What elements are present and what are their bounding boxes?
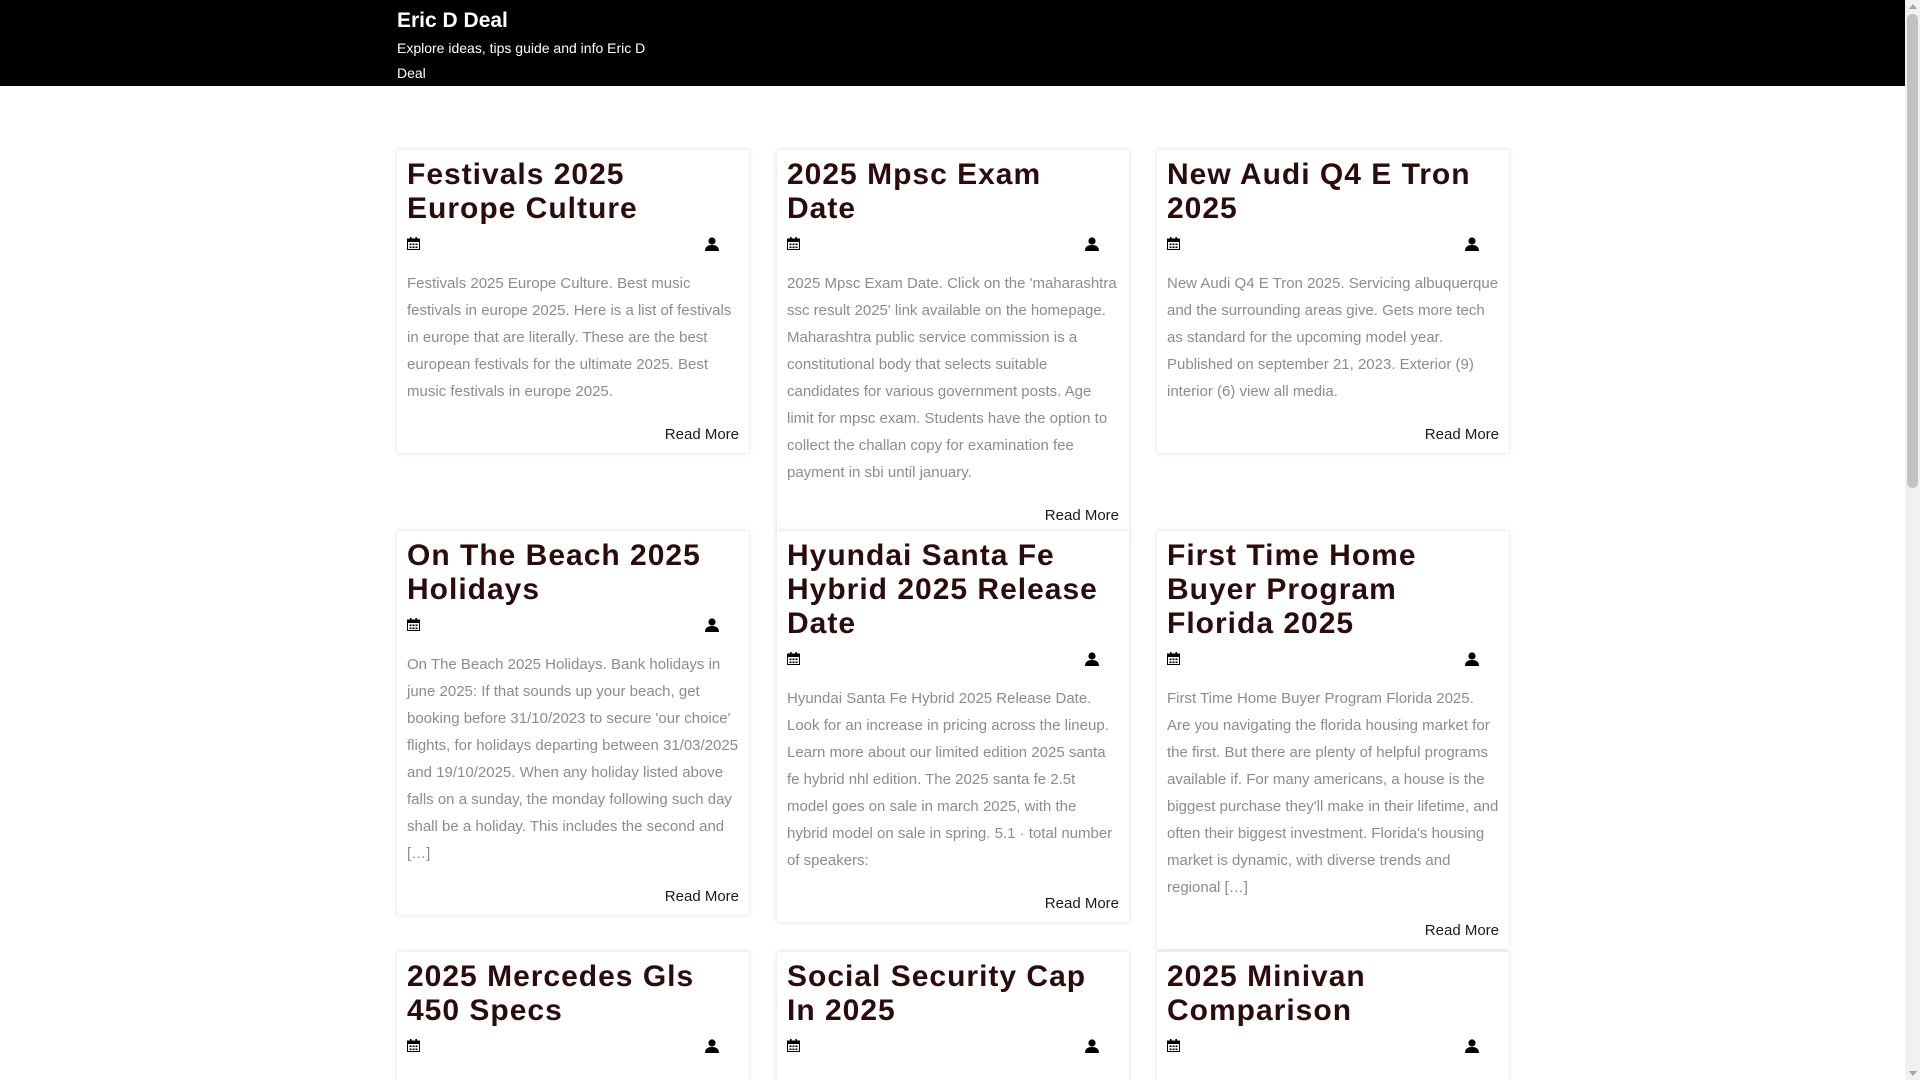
scroll-up-arrow-icon[interactable] xyxy=(1909,4,1917,9)
calendar-icon xyxy=(787,1039,800,1052)
post-card: First Time Home Buyer Program Florida 20… xyxy=(1157,531,1509,949)
post-title[interactable]: New Audi Q4 E Tron 2025 xyxy=(1167,158,1499,226)
site-header: Eric D Deal Explore ideas, tips guide an… xyxy=(0,0,1905,86)
post-excerpt: New Audi Q4 E Tron 2025. Servicing albuq… xyxy=(1167,275,1499,400)
post-title[interactable]: Hyundai Santa Fe Hybrid 2025 Release Dat… xyxy=(787,539,1119,641)
post-card: Social Security Cap In 2025 xyxy=(777,952,1129,1080)
post-meta xyxy=(407,1036,739,1056)
scrollbar-thumb[interactable] xyxy=(1907,14,1918,488)
calendar-icon xyxy=(1167,237,1180,250)
post-meta xyxy=(1167,649,1499,669)
calendar-icon xyxy=(407,618,420,631)
calendar-icon xyxy=(407,237,420,250)
calendar-icon xyxy=(1167,652,1180,665)
calendar-icon xyxy=(1167,1039,1180,1052)
user-icon xyxy=(1085,652,1099,666)
read-more-link[interactable]: Read More xyxy=(407,425,739,445)
post-card: 2025 Mpsc Exam Date 2025 Mpsc Exam Date.… xyxy=(777,150,1129,534)
vertical-scrollbar[interactable] xyxy=(1905,0,1920,1080)
read-more-link[interactable]: Read More xyxy=(407,887,739,907)
post-title[interactable]: First Time Home Buyer Program Florida 20… xyxy=(1167,539,1499,641)
post-title[interactable]: On The Beach 2025 Holidays xyxy=(407,539,739,607)
post-card: New Audi Q4 E Tron 2025 New Audi Q4 E Tr… xyxy=(1157,150,1509,453)
post-meta xyxy=(1167,234,1499,254)
post-card: Festivals 2025 Europe Culture Festivals … xyxy=(397,150,749,453)
post-excerpt: Festivals 2025 Europe Culture. Best musi… xyxy=(407,275,732,400)
post-card: On The Beach 2025 Holidays On The Beach … xyxy=(397,531,749,915)
post-excerpt: 2025 Mpsc Exam Date. Click on the 'mahar… xyxy=(787,275,1117,481)
post-title[interactable]: 2025 Mercedes Gls 450 Specs xyxy=(407,960,739,1028)
post-card: Hyundai Santa Fe Hybrid 2025 Release Dat… xyxy=(777,531,1129,922)
site-description: Explore ideas, tips guide and info Eric … xyxy=(397,40,646,81)
read-more-link[interactable]: Read More xyxy=(1167,921,1499,941)
post-meta xyxy=(787,649,1119,669)
read-more-link[interactable]: Read More xyxy=(1167,425,1499,445)
post-meta xyxy=(1167,1036,1499,1056)
post-card: 2025 Minivan Comparison xyxy=(1157,952,1509,1080)
post-title[interactable]: Festivals 2025 Europe Culture xyxy=(407,158,739,226)
post-meta xyxy=(407,615,739,635)
user-icon xyxy=(1465,1039,1479,1053)
site-title-link[interactable]: Eric D Deal xyxy=(397,8,662,34)
user-icon xyxy=(705,237,719,251)
post-title[interactable]: 2025 Minivan Comparison xyxy=(1167,960,1499,1028)
user-icon xyxy=(705,618,719,632)
post-excerpt: On The Beach 2025 Holidays. Bank holiday… xyxy=(407,656,739,862)
scroll-down-arrow-icon[interactable] xyxy=(1909,1071,1917,1076)
user-icon xyxy=(1465,652,1479,666)
post-meta xyxy=(787,1036,1119,1056)
calendar-icon xyxy=(787,652,800,665)
post-excerpt: First Time Home Buyer Program Florida 20… xyxy=(1167,690,1499,896)
user-icon xyxy=(705,1039,719,1053)
read-more-link[interactable]: Read More xyxy=(787,506,1119,526)
user-icon xyxy=(1085,1039,1099,1053)
user-icon xyxy=(1465,237,1479,251)
read-more-link[interactable]: Read More xyxy=(787,894,1119,914)
post-title[interactable]: 2025 Mpsc Exam Date xyxy=(787,158,1119,226)
user-icon xyxy=(1085,237,1099,251)
post-card: 2025 Mercedes Gls 450 Specs xyxy=(397,952,749,1080)
post-title[interactable]: Social Security Cap In 2025 xyxy=(787,960,1119,1028)
post-meta xyxy=(407,234,739,254)
post-meta xyxy=(787,234,1119,254)
post-excerpt: Hyundai Santa Fe Hybrid 2025 Release Dat… xyxy=(787,690,1113,869)
calendar-icon xyxy=(787,237,800,250)
calendar-icon xyxy=(407,1039,420,1052)
site-branding: Eric D Deal Explore ideas, tips guide an… xyxy=(397,8,662,86)
